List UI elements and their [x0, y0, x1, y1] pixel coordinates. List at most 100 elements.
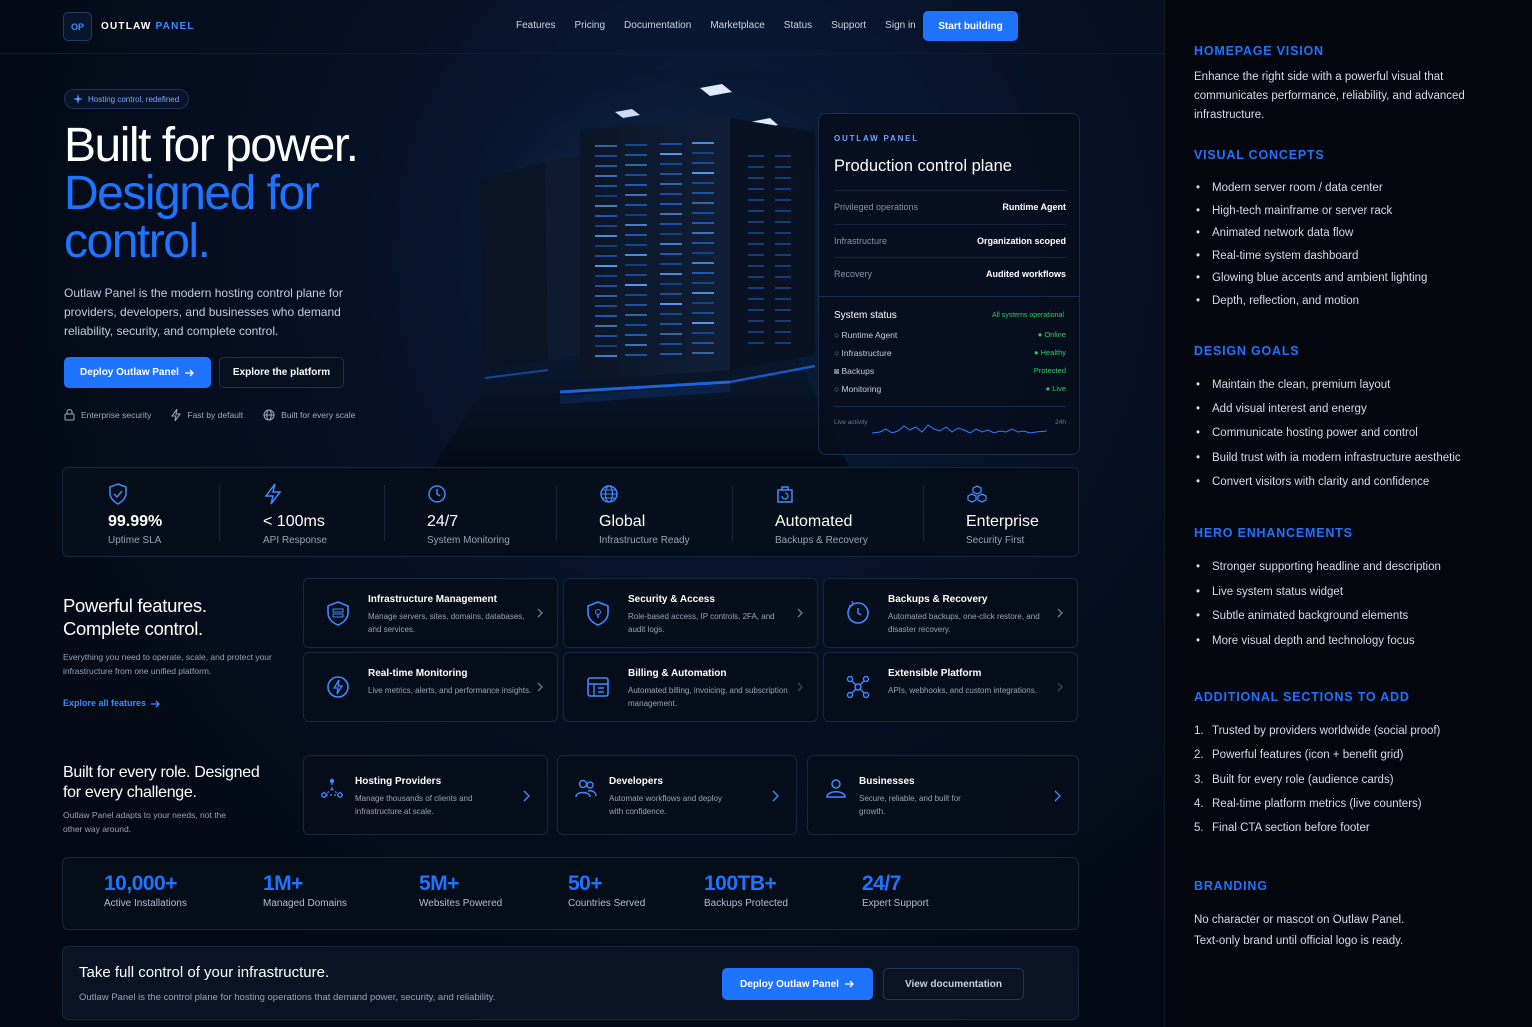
nav-documentation[interactable]: Documentation: [624, 20, 691, 31]
system-status-summary: All systems operational: [992, 312, 1064, 319]
rack-led: [775, 177, 791, 179]
metric-value: 10,000+: [104, 872, 177, 895]
features-heading-line2: Complete control.: [63, 618, 203, 639]
stat-monitoring: 24/7 System Monitoring: [427, 483, 510, 546]
role-card-businesses[interactable]: Businesses Secure, reliable, and built f…: [807, 755, 1079, 835]
globe-icon: [600, 485, 618, 503]
list-item: Glowing blue accents and ambient lightin…: [1194, 267, 1514, 290]
divider: [819, 296, 1079, 297]
rack-led: [692, 262, 714, 264]
list-item: Build trust with ia modern infrastructur…: [1194, 446, 1514, 470]
nav-status[interactable]: Status: [784, 20, 812, 31]
system-status-title: System status: [834, 310, 897, 321]
deploy-button[interactable]: Deploy Outlaw Panel: [64, 357, 211, 388]
hero-title-line2: Designed for: [64, 167, 320, 220]
rack-led: [748, 243, 764, 245]
rack-led: [775, 298, 791, 300]
rack-led: [660, 163, 682, 165]
service-backups: ◙ Backups Protected: [834, 366, 1066, 376]
nav-features[interactable]: Features: [516, 20, 555, 31]
start-building-button[interactable]: Start building: [923, 11, 1018, 41]
stat-api: < 100ms API Response: [263, 483, 327, 546]
billing-icon: [587, 677, 609, 697]
rack-led: [625, 294, 647, 296]
rack-led: [775, 309, 791, 311]
rack-led: [775, 320, 791, 322]
row-key: Infrastructure: [834, 236, 888, 246]
feature-title: Infrastructure Management: [368, 594, 497, 605]
rack-led: [660, 273, 682, 275]
trust-fast: Fast by default: [171, 409, 243, 421]
rack-led: [692, 222, 714, 224]
nav-sign-in[interactable]: Sign in: [885, 20, 916, 31]
nav-support[interactable]: Support: [831, 20, 866, 31]
rack-led: [625, 264, 647, 266]
rack-led: [748, 287, 764, 289]
brand-logo[interactable]: OP OUTLAW PANEL: [63, 12, 195, 41]
rack-led: [625, 214, 647, 216]
rack-led: [595, 315, 617, 317]
rack-led: [625, 184, 647, 186]
cubes-icon: [967, 485, 987, 503]
rack-led: [775, 188, 791, 190]
logo-word-panel: PANEL: [155, 21, 195, 32]
explore-features-label: Explore all features: [63, 698, 147, 708]
trust-label: Fast by default: [187, 410, 244, 420]
production-control-card: OUTLAW PANEL Production control plane Pr…: [818, 113, 1080, 455]
list-item: Real-time system dashboard: [1194, 245, 1514, 268]
rack-led: [775, 254, 791, 256]
notes-hero-heading: HERO ENHANCEMENTS: [1194, 526, 1353, 540]
view-documentation-button[interactable]: View documentation: [883, 968, 1024, 1000]
service-status: Protected: [1033, 366, 1066, 375]
rack-led: [625, 304, 647, 306]
list-text: Trusted by providers worldwide (social p…: [1212, 725, 1441, 737]
rack-led: [692, 282, 714, 284]
feature-card-billing[interactable]: Billing & Automation Automated billing, …: [563, 652, 818, 722]
card-title: Production control plane: [834, 157, 1012, 175]
feature-card-infrastructure[interactable]: Infrastructure Management Manage servers…: [303, 578, 558, 648]
rack-led: [660, 243, 682, 245]
feature-title: Extensible Platform: [888, 668, 982, 679]
service-label: Backups: [841, 366, 875, 376]
list-item: Subtle animated background elements: [1194, 604, 1514, 629]
rack-led: [660, 173, 682, 175]
rack-led: [595, 295, 617, 297]
nav-links: Features Pricing Documentation Marketpla…: [516, 20, 935, 31]
nav-marketplace[interactable]: Marketplace: [710, 20, 764, 31]
arrow-right-icon: [844, 980, 854, 988]
chevron-right-icon: [523, 790, 530, 802]
list-text: Final CTA section before footer: [1212, 822, 1370, 835]
list-number: 3.: [1194, 773, 1204, 786]
final-deploy-button[interactable]: Deploy Outlaw Panel: [722, 968, 873, 1000]
live-activity-label: Live activity: [834, 419, 868, 426]
explore-features-link[interactable]: Explore all features: [63, 698, 161, 708]
feature-card-security[interactable]: Security & Access Role-based access, IP …: [563, 578, 818, 648]
feature-card-extensible[interactable]: Extensible Platform APIs, webhooks, and …: [823, 652, 1078, 722]
service-status: ● Healthy: [1033, 348, 1066, 357]
rack-led: [692, 192, 714, 194]
chevron-right-icon: [1057, 608, 1063, 618]
metric-value: 1M+: [263, 872, 303, 895]
list-item: 4. Real-time platform metrics (live count…: [1194, 792, 1514, 816]
trust-badges: Enterprise security Fast by default Buil…: [64, 409, 355, 421]
explore-platform-button[interactable]: Explore the platform: [219, 357, 344, 388]
nav-pricing[interactable]: Pricing: [574, 20, 605, 31]
divider: [219, 485, 220, 541]
chevron-right-icon: [772, 790, 779, 802]
role-card-developers[interactable]: Developers Automate workflows and deploy…: [557, 755, 797, 835]
feature-desc: APIs, webhooks, and custom integrations.: [888, 686, 1037, 695]
feature-card-monitoring[interactable]: Real-time Monitoring Live metrics, alert…: [303, 652, 558, 722]
role-title: Hosting Providers: [355, 776, 442, 787]
divider: [556, 485, 557, 541]
rack-led: [595, 185, 617, 187]
rack-led: [775, 232, 791, 234]
role-card-hosting-providers[interactable]: Hosting Providers Manage thousands of cl…: [303, 755, 548, 835]
metric-installations: 10,000+ Active Installations: [104, 872, 187, 909]
service-runtime-agent: ○ Runtime Agent ● Online: [834, 330, 1066, 340]
server-shield-icon: [327, 601, 349, 626]
rack-led: [660, 143, 682, 145]
feature-card-backups[interactable]: Backups & Recovery Automated backups, on…: [823, 578, 1078, 648]
features-description: Everything you need to operate, scale, a…: [63, 652, 272, 676]
rack-led: [692, 242, 714, 244]
row-value: Runtime Agent: [1002, 202, 1066, 212]
